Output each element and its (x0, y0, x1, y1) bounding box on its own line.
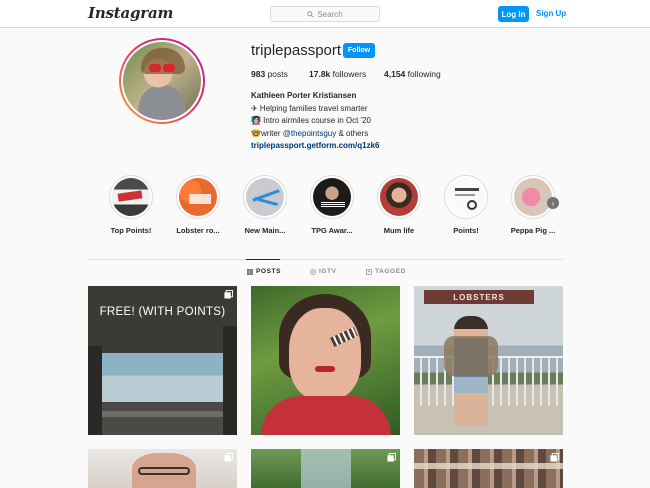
posts-count-value: 983 (251, 69, 266, 79)
highlight-label: Lobster ro... (176, 226, 220, 235)
bio-line-3: 🤓writer @thepointsguy & others (251, 128, 379, 141)
active-tab-indicator (246, 259, 280, 260)
post-frame-right (223, 326, 237, 435)
following-count-label: following (407, 69, 441, 79)
avatar-sunglasses-right (163, 64, 175, 72)
post-person-glasses (138, 467, 190, 475)
follow-button[interactable]: Follow (343, 43, 375, 58)
posts-count-label: posts (267, 69, 288, 79)
chevron-right-icon[interactable]: › (547, 197, 559, 209)
highlight-cover (380, 178, 418, 216)
post-person-dress (261, 396, 391, 435)
highlight-label: New Main... (244, 226, 286, 235)
avatar (123, 42, 201, 120)
highlight-ring (444, 175, 488, 219)
login-button[interactable]: Log In (498, 6, 529, 22)
bio-line-1: ✈ Helping families travel smarter (251, 103, 368, 113)
post-thumbnail[interactable]: FREE! (WITH POINTS) (88, 286, 237, 435)
followers-count-label: followers (332, 69, 367, 79)
bio-website-link[interactable]: triplepassport.getform.com/q1zk6 (251, 140, 379, 153)
followers-count[interactable]: 17.8k followers (309, 69, 384, 79)
post-thumbnail[interactable] (251, 286, 400, 435)
highlight-cover (179, 178, 217, 216)
following-count[interactable]: 4,154 following (384, 69, 441, 79)
highlight-tpg-awards[interactable]: TPG Awar... (307, 175, 357, 235)
profile-username: triplepassport (251, 42, 342, 59)
highlight-points[interactable]: Points! (441, 175, 491, 235)
bio-line-3-prefix: 🤓writer (251, 128, 283, 138)
post-thumbnail[interactable] (414, 449, 563, 488)
highlight-cover (246, 178, 284, 216)
post-sky (301, 449, 351, 488)
profile-bio: Kathleen Porter Kristiansen ✈ Helping fa… (251, 90, 379, 153)
multiple-images-icon (550, 453, 559, 462)
multiple-images-icon (224, 453, 233, 462)
profile-full-name: Kathleen Porter Kristiansen (251, 91, 357, 100)
followers-count-value: 17.8k (309, 69, 331, 79)
highlight-ring (377, 175, 421, 219)
highlight-new-main[interactable]: New Main... (240, 175, 290, 235)
multiple-images-icon (387, 453, 396, 462)
avatar-border (121, 40, 203, 122)
post-thumbnail[interactable] (88, 449, 237, 488)
tab-posts[interactable]: POSTS (247, 268, 281, 275)
highlight-cover (313, 178, 351, 216)
post-thumbnail[interactable] (251, 449, 400, 488)
post-thumbnail[interactable]: LOBSTERS (414, 286, 563, 435)
post-deck (102, 411, 223, 417)
top-navbar: Instagram Search Log In Sign Up (0, 0, 650, 28)
post-shelf (414, 463, 563, 469)
posts-count: 983 posts (251, 69, 309, 79)
highlight-cover (112, 178, 150, 216)
instagram-logo[interactable]: Instagram (88, 4, 173, 22)
tagged-icon (366, 268, 372, 275)
profile-stats: 983 posts 17.8k followers 4,154 followin… (251, 69, 441, 79)
highlight-top-points[interactable]: Top Points! (106, 175, 156, 235)
highlight-label: Top Points! (110, 226, 152, 235)
tab-igtv[interactable]: IGTV (310, 268, 337, 275)
bio-line-2: 👩🏻‍🏫 Intro airmiles course in Oct '20 (251, 116, 371, 125)
following-count-value: 4,154 (384, 69, 406, 79)
tab-tagged-label: TAGGED (375, 268, 406, 275)
post-frame-left (88, 346, 102, 435)
highlight-label: Mum life (383, 226, 415, 235)
profile-avatar-ring[interactable] (119, 38, 205, 124)
search-input[interactable]: Search (270, 6, 380, 22)
tab-posts-label: POSTS (256, 268, 282, 275)
highlight-ring (109, 175, 153, 219)
search-placeholder: Search (317, 9, 343, 19)
multiple-images-icon (224, 290, 233, 299)
highlight-mum-life[interactable]: Mum life (374, 175, 424, 235)
post-overlay-text: FREE! (WITH POINTS) (99, 306, 226, 318)
search-icon (307, 10, 314, 18)
post-person-face (289, 308, 361, 400)
highlight-cover (447, 178, 485, 216)
tab-tagged[interactable]: TAGGED (366, 268, 406, 275)
bio-line-3-suffix: & others (336, 128, 369, 138)
highlight-label: TPG Awar... (311, 226, 353, 235)
signup-link[interactable]: Sign Up (536, 9, 566, 18)
igtv-icon (310, 268, 316, 275)
tab-igtv-label: IGTV (319, 268, 337, 275)
highlight-cover (514, 178, 552, 216)
post-person-jacket (444, 336, 498, 376)
bio-mention-link[interactable]: @thepointsguy (283, 129, 337, 138)
tabs-divider (88, 259, 563, 260)
post-person-lips (315, 366, 335, 372)
highlight-ring (511, 175, 555, 219)
highlight-ring (176, 175, 220, 219)
highlight-ring (310, 175, 354, 219)
highlight-lobster[interactable]: Lobster ro... (173, 175, 223, 235)
highlight-label: Peppa Pig ... (510, 226, 556, 235)
highlight-label: Points! (453, 226, 479, 235)
grid-icon (247, 268, 253, 275)
post-sign: LOBSTERS (424, 290, 534, 304)
avatar-sunglasses-left (149, 64, 161, 72)
highlight-ring (243, 175, 287, 219)
